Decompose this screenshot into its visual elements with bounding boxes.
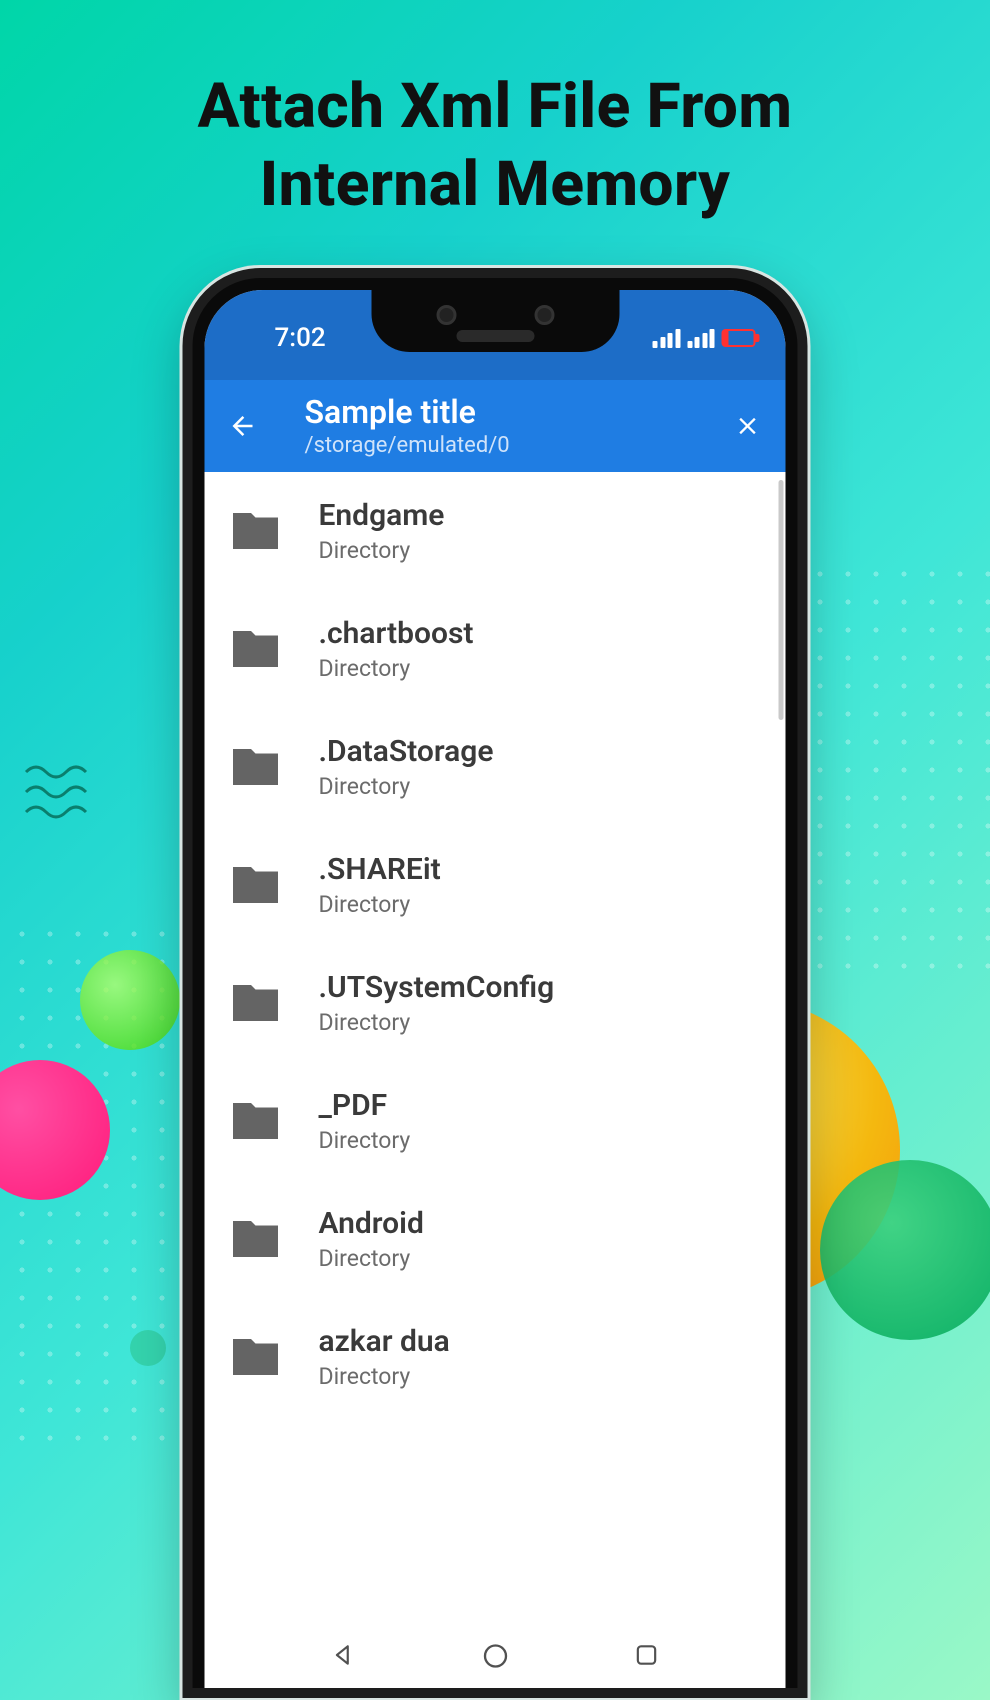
file-sub: Directory — [319, 891, 441, 918]
list-item[interactable]: Android Directory — [205, 1180, 786, 1298]
scrollbar[interactable] — [779, 480, 784, 720]
back-button[interactable] — [219, 402, 267, 450]
folder-icon — [221, 1212, 291, 1266]
file-name: .DataStorage — [319, 734, 494, 769]
file-name: azkar dua — [319, 1324, 450, 1359]
phone-notch — [371, 278, 619, 352]
nav-home-icon[interactable] — [482, 1642, 510, 1670]
folder-icon — [221, 622, 291, 676]
arrow-left-icon — [228, 411, 258, 441]
file-name: .SHAREit — [319, 852, 441, 887]
nav-back-icon[interactable] — [330, 1642, 360, 1668]
file-name: .chartboost — [319, 616, 474, 651]
file-sub: Directory — [319, 773, 494, 800]
promo-title: Attach Xml File From Internal Memory — [0, 68, 990, 223]
status-time: 7:02 — [235, 317, 326, 353]
status-indicators — [653, 323, 756, 348]
phone-frame: 7:02 Sample title /storage/emulated/0 — [183, 268, 808, 1698]
file-name: _PDF — [319, 1088, 411, 1123]
file-sub: Directory — [319, 1363, 450, 1390]
file-list[interactable]: Endgame Directory .chartboost Directory .D… — [205, 472, 786, 1628]
file-sub: Directory — [319, 1127, 411, 1154]
list-item[interactable]: .chartboost Directory — [205, 590, 786, 708]
folder-icon — [221, 740, 291, 794]
signal-icon — [687, 329, 715, 348]
folder-icon — [221, 1330, 291, 1384]
file-sub: Directory — [319, 655, 474, 682]
folder-icon — [221, 976, 291, 1030]
list-item[interactable]: .DataStorage Directory — [205, 708, 786, 826]
file-sub: Directory — [319, 1009, 555, 1036]
list-item[interactable]: Endgame Directory — [205, 472, 786, 590]
file-sub: Directory — [319, 537, 445, 564]
close-icon — [734, 412, 762, 440]
file-name: Endgame — [319, 498, 445, 533]
battery-low-icon — [722, 329, 756, 347]
app-bar-title: Sample title — [305, 394, 706, 431]
file-sub: Directory — [319, 1245, 424, 1272]
folder-icon — [221, 1094, 291, 1148]
nav-recent-icon[interactable] — [632, 1642, 660, 1668]
file-name: Android — [319, 1206, 424, 1241]
app-bar: Sample title /storage/emulated/0 — [205, 380, 786, 472]
android-nav-bar — [205, 1628, 786, 1688]
list-item[interactable]: azkar dua Directory — [205, 1298, 786, 1416]
folder-icon — [221, 858, 291, 912]
file-name: .UTSystemConfig — [319, 970, 555, 1005]
phone-screen: 7:02 Sample title /storage/emulated/0 — [205, 290, 786, 1688]
app-bar-path: /storage/emulated/0 — [305, 433, 706, 458]
promo-title-line2: Internal Memory — [260, 148, 731, 221]
decor-squiggle — [24, 760, 94, 820]
promo-title-line1: Attach Xml File From — [198, 70, 793, 143]
signal-icon — [653, 329, 681, 348]
list-item[interactable]: .UTSystemConfig Directory — [205, 944, 786, 1062]
list-item[interactable]: .SHAREit Directory — [205, 826, 786, 944]
folder-icon — [221, 504, 291, 558]
close-button[interactable] — [724, 402, 772, 450]
list-item[interactable]: _PDF Directory — [205, 1062, 786, 1180]
